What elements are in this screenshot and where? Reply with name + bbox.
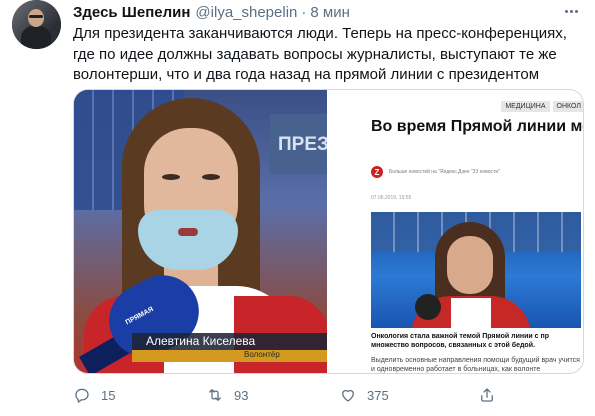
like-count: 375 [367, 387, 389, 403]
retweet-button[interactable]: 93 [206, 384, 248, 406]
photo-microphone-icon [415, 294, 441, 320]
lower-third-name-text: Алевтина Киселева [146, 334, 256, 348]
share-icon [481, 388, 493, 402]
tweet-timestamp[interactable]: 8 мин [310, 4, 350, 21]
lower-third-role: Волонтёр [132, 350, 327, 362]
source-text: Больше новостей на "Яндекс.Дзен "33 ново… [389, 169, 500, 175]
display-name[interactable]: Здесь Шепелин [73, 4, 190, 21]
studio-sign: ПРЕЗ [270, 114, 327, 174]
reply-count: 15 [101, 387, 116, 403]
tweet-actions: 15 93 375 [73, 384, 553, 408]
tweet-media[interactable]: ПРЕЗ ПРЯМАЯ Алевтина Киселева Волонтёр М… [73, 89, 584, 374]
avatar-figure-head [28, 9, 44, 27]
article-photo [371, 212, 581, 328]
media-image-interview[interactable]: ПРЕЗ ПРЯМАЯ Алевтина Киселева Волонтёр [74, 90, 327, 373]
article-tag: ОНКОЛ [552, 101, 583, 112]
article-date: 07.06.2019, 15:55 [371, 195, 412, 201]
retweet-count: 93 [234, 387, 249, 403]
lower-third-name: Алевтина Киселева [132, 333, 327, 350]
article-caption: Онкология стала важной темой Прямой лини… [371, 333, 550, 349]
like-icon [342, 389, 354, 402]
retweet-icon [209, 389, 221, 401]
article-title: Во время Прямой линии мо рассказала през… [371, 118, 583, 135]
woman-mouth [178, 228, 198, 236]
media-image-article[interactable]: МЕДИЦИНА ОНКОЛ Во время Прямой линии мо … [329, 90, 583, 373]
article-tags: МЕДИЦИНА ОНКОЛ [501, 101, 583, 112]
avatar[interactable] [12, 0, 61, 49]
avatar-figure-body [21, 26, 51, 49]
face-mask [138, 210, 238, 270]
avatar-glasses [29, 15, 43, 18]
separator-dot: · [301, 3, 307, 21]
article-tag: МЕДИЦИНА [501, 101, 550, 112]
photo-woman-face [447, 236, 493, 294]
article-source: Z Больше новостей на "Яндекс.Дзен "33 но… [371, 166, 500, 178]
share-button[interactable] [478, 384, 496, 406]
reply-button[interactable]: 15 [73, 384, 115, 406]
tweet-text: Для президента заканчиваются люди. Тепер… [73, 25, 567, 83]
article-body: Выделить основные направления помощи буд… [371, 357, 580, 373]
tweet[interactable]: Здесь Шепелин @ilya_shepelin · 8 мин Для… [0, 0, 595, 416]
reply-icon [75, 388, 89, 403]
tweet-header: Здесь Шепелин @ilya_shepelin · 8 мин [73, 2, 350, 22]
source-badge-icon: Z [371, 166, 383, 178]
woman-eye-right [202, 174, 220, 180]
user-handle[interactable]: @ilya_shepelin [195, 4, 297, 21]
more-icon[interactable] [561, 2, 581, 20]
like-button[interactable]: 375 [339, 384, 389, 406]
studio-sign-text: ПРЕЗ [278, 134, 327, 155]
woman-eye-left [162, 174, 180, 180]
lower-third-role-text: Волонтёр [244, 350, 280, 359]
microphone-brand: ПРЯМАЯ [124, 306, 155, 327]
photo-woman-shirt [451, 298, 491, 328]
